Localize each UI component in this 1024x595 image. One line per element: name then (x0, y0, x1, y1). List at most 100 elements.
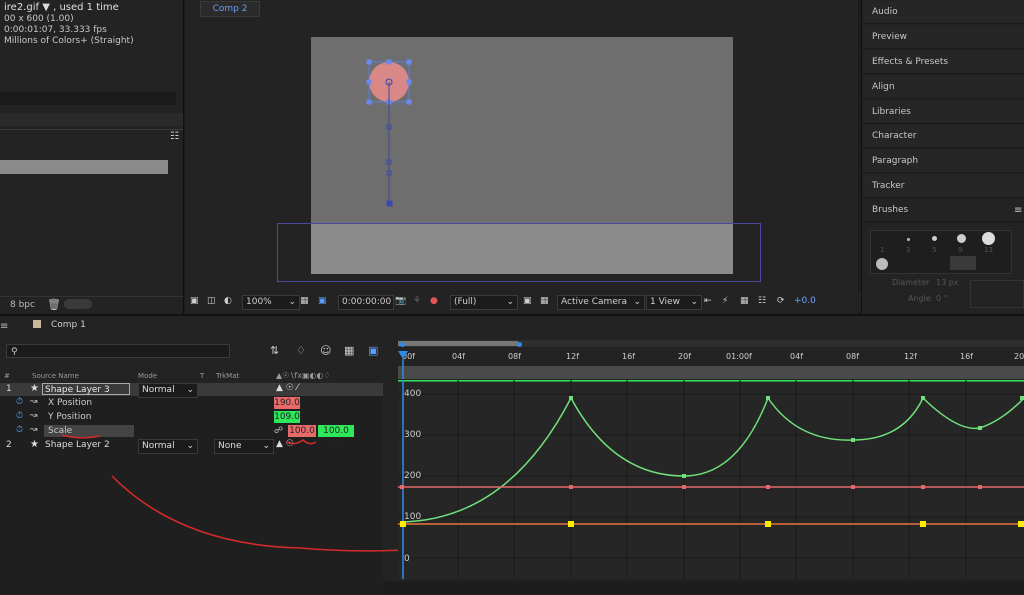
timeline-menu-icon[interactable]: ≡ (0, 321, 8, 332)
chevron-down-icon: ⌄ (506, 297, 514, 307)
file-dropdown-icon[interactable]: ▼ (42, 2, 50, 13)
panel-align[interactable]: Align (863, 76, 1024, 99)
show-snapshot-icon[interactable]: ⚘ (413, 296, 421, 306)
project-search-field[interactable] (0, 92, 176, 105)
comp-color-swatch (33, 320, 41, 328)
toggle-pixel-aspect-icon[interactable]: ⇤ (704, 296, 712, 306)
project-panel: ire2.gif ▼ , used 1 time 00 x 600 (1.00)… (0, 0, 184, 314)
reset-exposure-icon[interactable]: ⟳ (777, 296, 785, 306)
camera-snapshot-icon[interactable]: 📷 (395, 296, 406, 306)
navigator-end-handle[interactable] (517, 342, 522, 347)
chevron-down-icon: ⌄ (690, 297, 698, 307)
zoom-dropdown[interactable]: 100% ⌄ (242, 295, 300, 310)
time-navigator-range[interactable] (398, 341, 518, 346)
time-navigator[interactable] (398, 340, 1024, 347)
vr-icon[interactable]: ◐ (224, 296, 232, 306)
ruler-tick: 16f (960, 352, 973, 361)
brush-size-label: 5 (932, 246, 937, 254)
ruler-tick: 12f (904, 352, 917, 361)
file-title-line: ire2.gif ▼ , used 1 time (4, 2, 119, 13)
search-icon: ⚲ (11, 347, 18, 357)
brush-size-label: 13 (984, 246, 993, 254)
diameter-value[interactable]: 13 px (936, 278, 959, 287)
shy-layers-icon[interactable]: ☺ (320, 344, 331, 357)
brush-dot[interactable] (982, 232, 995, 245)
timeline-search-input[interactable]: ⚲ (6, 344, 230, 358)
ruler-tick: 20 (1014, 352, 1024, 361)
bpc-label[interactable]: 8 bpc (10, 300, 35, 310)
resolution-dropdown[interactable]: (Full) ⌄ (450, 295, 518, 310)
switches-icons: ▲☉∖fx▣◐◐♢ (276, 371, 331, 380)
column-source-name[interactable]: Source Name (32, 372, 79, 380)
shape-layer-selection[interactable] (360, 55, 420, 215)
view-layout-dropdown[interactable]: 1 View ⌄ (646, 295, 702, 310)
mask-toggle-icon[interactable]: ▣ (318, 296, 327, 306)
frame-blending-icon[interactable]: ▦ (344, 344, 354, 357)
column-trkmat[interactable]: TrkMat (216, 372, 239, 380)
angle-value[interactable]: 0 ° (936, 294, 948, 303)
brush-dot[interactable] (957, 234, 966, 243)
trash-icon[interactable]: 🗑 (47, 298, 61, 311)
brush-size-label: 9 (958, 246, 963, 254)
graph-y-tick: 100 (404, 512, 422, 522)
exposure-value[interactable]: +0.0 (794, 296, 816, 306)
ruler-tick: 04f (790, 352, 803, 361)
file-duration: 0:00:01:07, 33.333 fps (4, 25, 107, 35)
selected-project-item[interactable] (0, 160, 168, 174)
footer-slider[interactable] (64, 299, 92, 309)
scale-graph-curve[interactable] (400, 396, 1024, 523)
camera-dropdown[interactable]: Active Camera ⌄ (557, 295, 645, 310)
time-ruler[interactable]: 00f 04f 08f 12f 16f 20f 01:00f 04f 08f 1… (398, 349, 1024, 365)
graph-editor-canvas[interactable] (398, 380, 1024, 579)
graph-editor-icon[interactable]: ▣ (368, 344, 378, 357)
selected-brush[interactable] (950, 256, 976, 270)
view-layout-value: 1 View (650, 297, 680, 307)
brush-dot[interactable] (907, 238, 910, 241)
graph-y-tick: 200 (404, 471, 422, 481)
brush-soft-dot[interactable] (876, 258, 888, 270)
panel-libraries[interactable]: Libraries (863, 101, 1024, 124)
ruler-tick: 20f (678, 352, 691, 361)
column-t: T (200, 372, 205, 380)
work-area-bar[interactable] (398, 366, 1024, 379)
draft-3d-icon[interactable]: ♢ (296, 344, 306, 357)
tab-comp-1[interactable]: Comp 1 (51, 320, 86, 330)
timecode-display[interactable]: 0:00:00:00 (338, 295, 394, 310)
always-preview-icon[interactable]: ▣ (190, 296, 199, 306)
ruler-tick: 04f (452, 352, 465, 361)
current-time-indicator[interactable] (397, 349, 409, 379)
panel-preview[interactable]: Preview (863, 26, 1024, 49)
grid-icon[interactable]: ▦ (300, 296, 309, 306)
column-num: # (4, 372, 10, 380)
angle-label: Angle (908, 294, 931, 303)
navigator-start-handle[interactable] (400, 342, 405, 347)
panel-character[interactable]: Character (863, 125, 1024, 148)
tab-comp-2[interactable]: Comp 2 (200, 1, 260, 17)
brush-dot[interactable] (932, 236, 937, 241)
panel-paragraph[interactable]: Paragraph (863, 150, 1024, 173)
graph-y-tick: 0 (404, 554, 410, 564)
ruler-tick: 12f (566, 352, 579, 361)
fast-preview-icon[interactable]: ⚡ (722, 296, 728, 306)
timeline-icon[interactable]: ▦ (740, 296, 749, 306)
file-colors: Millions of Colors+ (Straight) (4, 36, 134, 46)
panel-audio[interactable]: Audio (863, 1, 1024, 24)
graph-gridlines (398, 380, 1024, 579)
panel-menu-icon[interactable]: ≡ (1014, 205, 1022, 216)
panel-effects-presets[interactable]: Effects & Presets (863, 51, 1024, 74)
region-of-interest-icon[interactable]: ▣ (523, 296, 532, 306)
brush-size-label: 1 (880, 246, 885, 254)
transparency-grid-icon[interactable]: ▦ (540, 296, 549, 306)
color-channels-icon[interactable]: ● (430, 296, 438, 306)
graph-y-tick: 400 (404, 389, 422, 399)
flowchart-icon[interactable]: ☷ (758, 296, 766, 306)
ruler-tick: 16f (622, 352, 635, 361)
panel-tracker[interactable]: Tracker (863, 175, 1024, 198)
brush-preview (970, 280, 1024, 308)
panel-brushes[interactable]: Brushes (863, 199, 1024, 222)
monitor-icon[interactable]: ◫ (207, 296, 216, 306)
ruler-tick: 08f (846, 352, 859, 361)
comp-mini-flowchart-icon[interactable]: ⇅ (270, 344, 279, 357)
flowchart-icon[interactable]: ☷ (170, 131, 179, 142)
column-mode[interactable]: Mode (138, 372, 157, 380)
